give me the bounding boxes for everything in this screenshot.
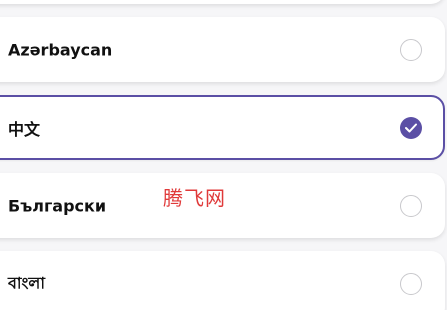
language-list: Azərbaycan 中文 Български বাংলা 腾飞网 (0, 0, 447, 310)
language-label: 中文 (8, 119, 41, 139)
radio-button[interactable] (400, 273, 422, 295)
radio-button[interactable] (400, 38, 422, 61)
radio-button-checked[interactable] (400, 116, 422, 139)
language-option-chinese[interactable]: 中文 (0, 95, 445, 160)
language-label: বাংলা (8, 273, 45, 293)
watermark: 腾飞网 (163, 186, 226, 210)
radio-button[interactable] (400, 194, 422, 217)
language-label: Azərbaycan (8, 40, 113, 59)
check-icon (405, 123, 417, 132)
language-option-azerbaijani[interactable]: Azərbaycan (0, 17, 445, 82)
language-option-partial[interactable] (0, 0, 445, 4)
language-option-bengali[interactable]: বাংলা (0, 251, 445, 310)
language-label: Български (8, 196, 107, 215)
